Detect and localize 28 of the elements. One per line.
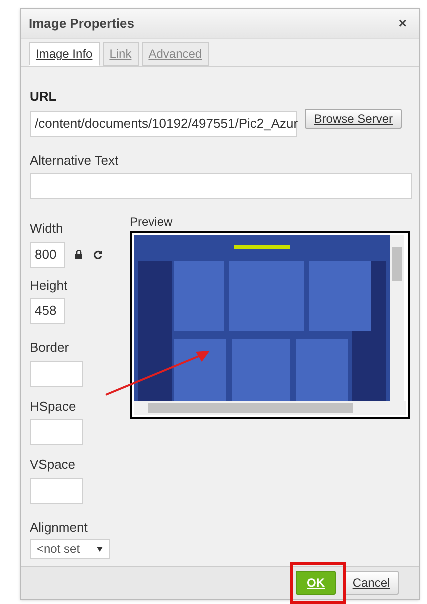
input-field[interactable]: 800 [30,242,65,268]
close-button[interactable]: × [394,13,411,34]
reset-icon[interactable] [93,250,103,260]
input-field[interactable] [30,360,83,386]
vertical-scrollbar[interactable] [390,235,404,401]
field-label: HSpace [30,398,78,416]
input-field[interactable] [30,478,83,504]
horizontal-scrollbar[interactable] [134,401,406,415]
lock-icon[interactable] [75,250,83,259]
alt-text-label: Alternative Text [30,152,120,170]
field-label: Width [30,220,64,238]
tab[interactable]: Image Info [29,42,100,66]
annotation-highlight [290,562,346,604]
cancel-button[interactable]: Cancel [344,571,399,595]
dropdown-caret-icon [97,546,103,552]
input-field[interactable]: 458 [30,298,65,324]
input-field[interactable] [30,419,83,445]
field-label: Border [30,339,70,357]
dialog-title: Image Properties [29,14,134,33]
browse-server-button[interactable]: Browse Server [305,108,402,128]
preview-label: Preview [130,214,174,231]
alignment-select[interactable]: <not set [30,539,110,559]
field-label: VSpace [30,456,77,474]
field-label: Height [30,276,69,295]
alignment-label: Alignment [30,518,89,537]
input-field[interactable] [30,173,412,199]
input-field[interactable]: /content/documents/10192/497551/Pic2_Azur [30,110,297,136]
url-label: URL [30,88,58,106]
